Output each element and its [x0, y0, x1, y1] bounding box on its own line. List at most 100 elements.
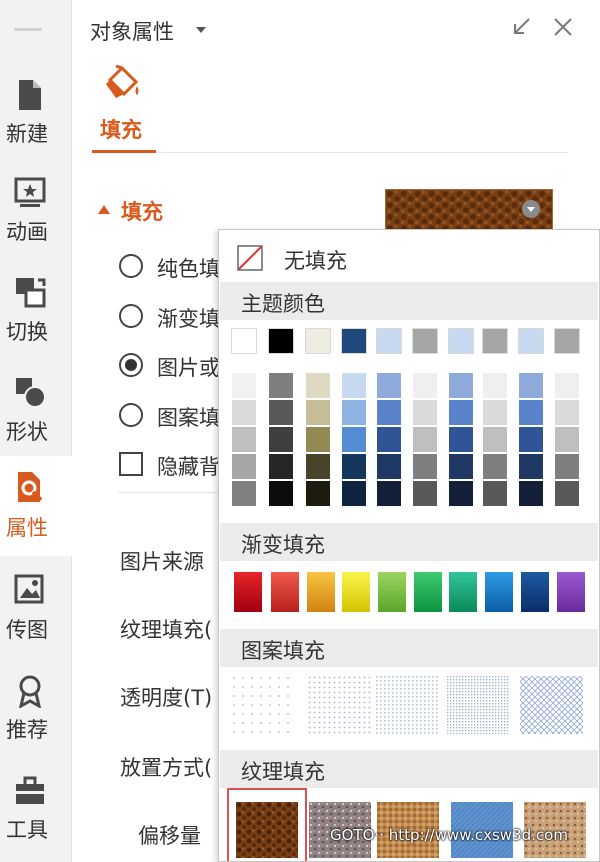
- theme-shade-swatch[interactable]: [269, 481, 293, 506]
- gradient-swatch[interactable]: [307, 572, 335, 612]
- theme-shade-swatch[interactable]: [555, 400, 579, 425]
- theme-shade-swatch[interactable]: [232, 373, 256, 398]
- theme-shade-swatch[interactable]: [519, 427, 543, 452]
- theme-shade-swatch[interactable]: [519, 373, 543, 398]
- gradient-swatch[interactable]: [521, 572, 549, 612]
- theme-shade-swatch[interactable]: [306, 427, 330, 452]
- theme-shade-swatch[interactable]: [232, 481, 256, 506]
- gradient-fill-radio[interactable]: [119, 304, 143, 328]
- theme-shade-swatch[interactable]: [306, 481, 330, 506]
- theme-shade-swatch[interactable]: [449, 481, 473, 506]
- sidebar-item-toolbox[interactable]: 工具: [0, 770, 72, 862]
- gradient-swatch[interactable]: [271, 572, 299, 612]
- theme-color-swatch[interactable]: [341, 328, 367, 354]
- theme-shade-swatch[interactable]: [377, 481, 401, 506]
- theme-color-swatch[interactable]: [412, 328, 438, 354]
- theme-shade-swatch[interactable]: [306, 400, 330, 425]
- gradient-swatch[interactable]: [342, 572, 370, 612]
- sidebar-item-transition[interactable]: 切换: [0, 272, 72, 368]
- theme-shade-swatch[interactable]: [377, 400, 401, 425]
- theme-shade-swatch[interactable]: [449, 427, 473, 452]
- gradient-swatch[interactable]: [234, 572, 262, 612]
- hide-background-checkbox[interactable]: [119, 452, 143, 476]
- theme-color-swatch[interactable]: [448, 328, 474, 354]
- theme-shade-swatch[interactable]: [555, 373, 579, 398]
- theme-shade-swatch[interactable]: [377, 427, 401, 452]
- chevron-down-icon[interactable]: [196, 27, 206, 33]
- theme-color-swatch[interactable]: [305, 328, 331, 354]
- theme-shade-swatch[interactable]: [377, 454, 401, 479]
- fill-section-title[interactable]: 填充: [121, 196, 163, 226]
- restore-icon[interactable]: [510, 16, 532, 38]
- pattern-sparse-dots[interactable]: [232, 676, 295, 734]
- pattern-fill-radio[interactable]: [119, 403, 143, 427]
- theme-shade-swatch[interactable]: [342, 400, 366, 425]
- gradient-swatch[interactable]: [485, 572, 513, 612]
- theme-shade-swatch[interactable]: [377, 373, 401, 398]
- theme-shade-swatch[interactable]: [413, 454, 437, 479]
- theme-shade-swatch[interactable]: [483, 400, 507, 425]
- theme-color-swatch[interactable]: [376, 328, 402, 354]
- sidebar-item-label: 推荐: [6, 718, 48, 742]
- sidebar-item-label: 传图: [6, 618, 48, 642]
- sidebar-item-shape[interactable]: 形状: [0, 372, 72, 468]
- theme-color-swatch[interactable]: [231, 328, 257, 354]
- sidebar-item-recommend[interactable]: 推荐: [0, 670, 72, 766]
- brown-leather-texture[interactable]: [236, 802, 298, 858]
- theme-shade-swatch[interactable]: [483, 454, 507, 479]
- theme-shade-swatch[interactable]: [555, 427, 579, 452]
- gradient-swatch[interactable]: [449, 572, 477, 612]
- fill-dropdown-button[interactable]: [522, 200, 540, 218]
- theme-shade-swatch[interactable]: [413, 373, 437, 398]
- theme-shade-swatch[interactable]: [483, 373, 507, 398]
- sidebar-item-animation[interactable]: 动画: [0, 172, 72, 268]
- theme-shade-swatch[interactable]: [519, 454, 543, 479]
- sidebar-item-label: 工具: [6, 818, 48, 842]
- theme-shade-swatch[interactable]: [269, 454, 293, 479]
- gradient-swatch[interactable]: [414, 572, 442, 612]
- theme-shade-swatch[interactable]: [483, 481, 507, 506]
- sidebar-item-image-upload[interactable]: 传图: [0, 570, 72, 666]
- theme-shade-swatch[interactable]: [342, 454, 366, 479]
- theme-shade-swatch[interactable]: [519, 481, 543, 506]
- panel-title[interactable]: 对象属性: [90, 16, 174, 46]
- theme-shade-swatch[interactable]: [449, 400, 473, 425]
- theme-color-swatch[interactable]: [482, 328, 508, 354]
- theme-color-swatch[interactable]: [554, 328, 580, 354]
- theme-shade-swatch[interactable]: [342, 427, 366, 452]
- theme-shade-swatch[interactable]: [269, 373, 293, 398]
- gradient-swatch[interactable]: [378, 572, 406, 612]
- theme-shade-swatch[interactable]: [232, 400, 256, 425]
- sidebar-item-new[interactable]: 新建: [0, 74, 72, 170]
- theme-shade-swatch[interactable]: [413, 400, 437, 425]
- collapse-triangle-icon[interactable]: [98, 205, 110, 214]
- theme-shade-swatch[interactable]: [232, 454, 256, 479]
- pattern-diagonal-cross[interactable]: [520, 676, 583, 734]
- theme-shade-swatch[interactable]: [413, 481, 437, 506]
- pattern-dense-dots[interactable]: [308, 676, 371, 734]
- theme-shade-swatch[interactable]: [232, 427, 256, 452]
- theme-shade-swatch[interactable]: [342, 373, 366, 398]
- picture-texture-fill-radio[interactable]: [119, 353, 143, 377]
- theme-shade-swatch[interactable]: [342, 481, 366, 506]
- theme-shade-swatch[interactable]: [269, 400, 293, 425]
- theme-shade-swatch[interactable]: [306, 373, 330, 398]
- theme-shade-swatch[interactable]: [413, 427, 437, 452]
- toolbar-grip[interactable]: [14, 28, 42, 31]
- sidebar-item-property[interactable]: 属性: [0, 456, 72, 556]
- pattern-small-grid-dots[interactable]: [376, 676, 439, 734]
- pattern-fine-mesh[interactable]: [447, 676, 510, 734]
- solid-fill-radio[interactable]: [119, 254, 143, 278]
- theme-shade-swatch[interactable]: [483, 427, 507, 452]
- theme-shade-swatch[interactable]: [519, 400, 543, 425]
- theme-color-swatch[interactable]: [268, 328, 294, 354]
- theme-shade-swatch[interactable]: [555, 481, 579, 506]
- theme-color-swatch[interactable]: [518, 328, 544, 354]
- theme-shade-swatch[interactable]: [306, 454, 330, 479]
- close-icon[interactable]: [552, 16, 574, 38]
- theme-shade-swatch[interactable]: [269, 427, 293, 452]
- theme-shade-swatch[interactable]: [449, 454, 473, 479]
- theme-shade-swatch[interactable]: [449, 373, 473, 398]
- theme-shade-swatch[interactable]: [555, 454, 579, 479]
- gradient-swatch[interactable]: [557, 572, 585, 612]
